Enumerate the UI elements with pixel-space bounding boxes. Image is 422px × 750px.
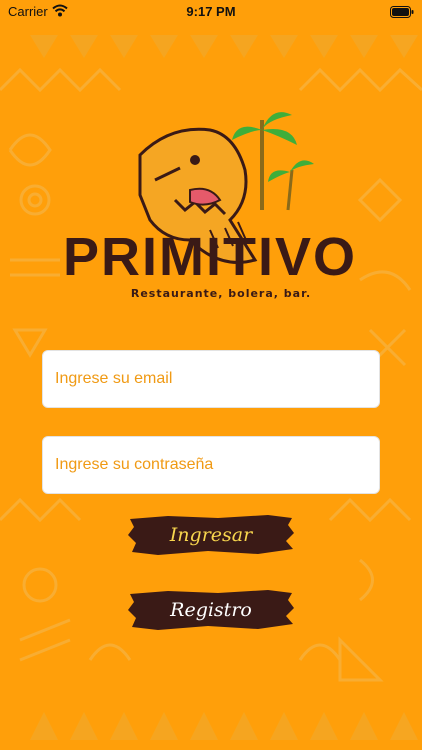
login-screen: Carrier 9:17 PM PRIMITIVO Restaurante, b… [0, 0, 422, 750]
clock: 9:17 PM [186, 4, 236, 19]
brand-name: PRIMITIVO [62, 227, 357, 287]
register-button[interactable]: Registro [128, 590, 294, 630]
brand-tagline: Restaurante, bolera, bar. [130, 287, 312, 300]
password-input[interactable] [42, 436, 380, 494]
email-input[interactable] [42, 350, 380, 408]
register-button-label: Registro [170, 599, 252, 621]
login-button-label: Ingresar [169, 524, 253, 546]
login-button[interactable]: Ingresar [128, 515, 294, 555]
battery-icon [390, 6, 414, 18]
status-bar: Carrier 9:17 PM [0, 0, 422, 24]
